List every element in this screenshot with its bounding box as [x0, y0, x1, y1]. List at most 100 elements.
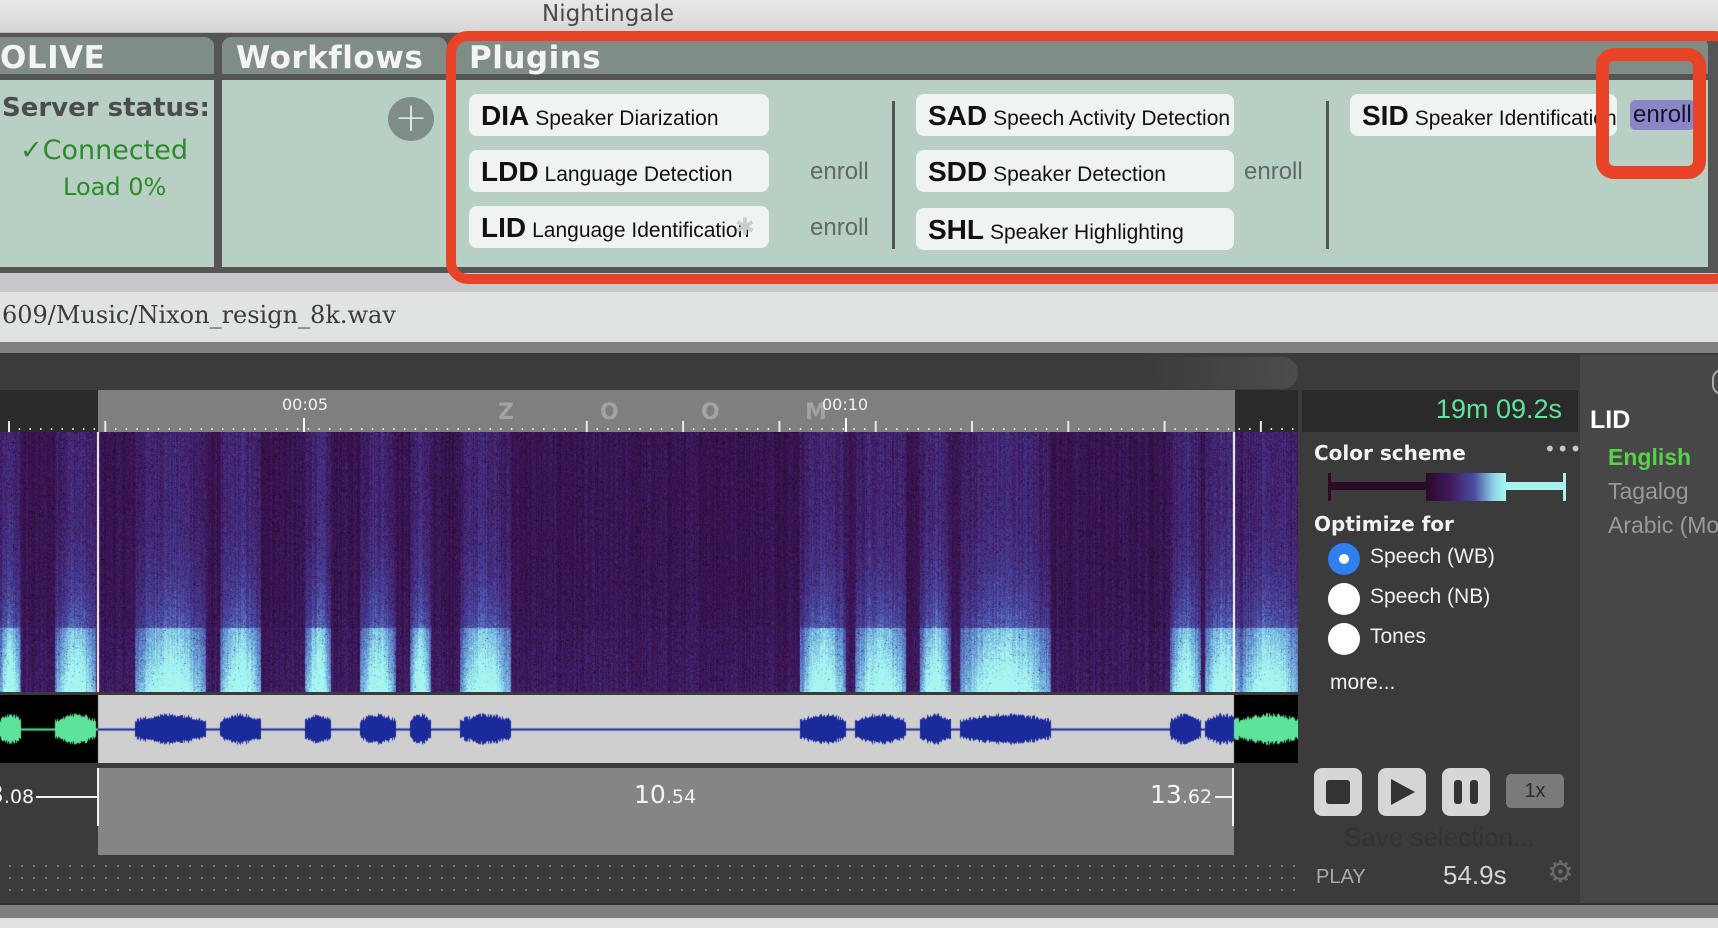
- plugin-name: Language Identification: [532, 219, 750, 242]
- plugin-abbr: SID: [1362, 100, 1409, 131]
- save-selection-button[interactable]: Save selection...: [1344, 822, 1535, 853]
- divider-strip: [0, 342, 1718, 355]
- plugin-dia-button[interactable]: DIA Speaker Diarization: [469, 94, 769, 136]
- ruler-tick: [735, 428, 738, 430]
- more-options-icon[interactable]: •••: [1544, 437, 1582, 461]
- plugin-sad-button[interactable]: SAD Speech Activity Detection: [916, 94, 1234, 136]
- selection-start-time: 3.08: [0, 780, 35, 809]
- ruler-tick: [1238, 428, 1240, 430]
- radio-unselected-icon[interactable]: [1328, 623, 1360, 655]
- window-title: Nightingale: [542, 1, 674, 27]
- ruler-tick: [650, 428, 652, 430]
- ruler-tick: [885, 428, 887, 430]
- ruler-tick: [938, 428, 941, 430]
- play-label: PLAY: [1316, 866, 1366, 888]
- zoom-letter[interactable]: O: [701, 400, 720, 425]
- ruler-tick: [585, 421, 588, 432]
- lid-result-item[interactable]: Tagalog: [1608, 478, 1689, 505]
- plugin-sid-button[interactable]: SID Speaker Identification: [1350, 94, 1617, 136]
- plugin-lid-button[interactable]: LID Language Identification ✱: [469, 206, 769, 248]
- plugin-abbr: SHL: [928, 214, 984, 245]
- lid-enroll-button[interactable]: enroll: [810, 214, 869, 242]
- optimize-for-label: Optimize for: [1314, 512, 1454, 536]
- plugin-ldd-button[interactable]: LDD Language Detection: [469, 150, 769, 192]
- color-slider-track-high: [1504, 482, 1564, 490]
- color-slider-max-handle[interactable]: [1563, 473, 1566, 501]
- more-options-link[interactable]: more...: [1330, 671, 1395, 695]
- waveform[interactable]: [0, 695, 1298, 763]
- ldd-enroll-button[interactable]: enroll: [810, 158, 869, 186]
- ruler-tick: [949, 428, 952, 430]
- stop-button[interactable]: [1314, 768, 1362, 816]
- ruler-tick: [446, 428, 449, 430]
- radio-selected-icon[interactable]: [1328, 543, 1360, 575]
- plugin-name: Speaker Identification: [1414, 107, 1617, 130]
- gear-icon[interactable]: ✱: [735, 206, 755, 248]
- audio-workspace: 00:05 Z O O M 00:10 3.08 10.54 13.62 19m…: [0, 355, 1718, 903]
- add-workflow-button[interactable]: +: [388, 97, 434, 141]
- ruler-tick: [1217, 428, 1219, 430]
- overview-track[interactable]: [0, 858, 1298, 900]
- radio-unselected-icon[interactable]: [1328, 583, 1360, 615]
- olive-panel: OLIVE Server status: ✓Connected Load 0%: [0, 37, 214, 267]
- ruler-tick: [971, 421, 973, 432]
- ruler-tick: [147, 428, 149, 430]
- plus-icon: +: [394, 95, 428, 141]
- ruler-tick: [125, 428, 128, 430]
- ruler-tick: [853, 428, 855, 430]
- ruler-tick: [1281, 428, 1283, 430]
- sid-enroll-button[interactable]: enroll: [1630, 100, 1695, 130]
- file-path: 609/Music/Nixon_resign_8k.wav: [2, 301, 396, 329]
- zoom-letter[interactable]: O: [600, 400, 619, 425]
- olive-panel-title: OLIVE: [0, 37, 214, 80]
- ruler-tick: [489, 428, 491, 430]
- zoom-letter[interactable]: Z: [498, 400, 514, 425]
- ruler-tick: [371, 428, 374, 430]
- play-button[interactable]: [1378, 768, 1426, 816]
- ruler-tick: [810, 428, 812, 430]
- ruler-tick: [329, 428, 331, 430]
- plugin-name: Language Detection: [544, 163, 733, 186]
- ruler-tick: [478, 428, 481, 430]
- color-scheme-slider[interactable]: [1328, 473, 1566, 501]
- ruler-tick: [553, 428, 556, 430]
- sdd-enroll-button[interactable]: enroll: [1244, 158, 1303, 186]
- plugin-shl-button[interactable]: SHL Speaker Highlighting: [916, 208, 1234, 250]
- ruler-tick: [286, 428, 288, 430]
- plugin-sdd-button[interactable]: SDD Speaker Detection: [916, 150, 1234, 192]
- color-slider-min-handle[interactable]: [1328, 473, 1331, 501]
- ruler-tick: [50, 428, 53, 430]
- color-slider-track-low: [1328, 482, 1428, 490]
- timeline-scrollbar-thumb[interactable]: [0, 357, 1298, 389]
- ruler-tick: [896, 428, 898, 430]
- ruler-tick: [928, 428, 930, 430]
- selection-mid-time: 10.54: [634, 780, 697, 809]
- ruler-tick: [157, 428, 160, 430]
- total-duration: 19m 09.2s: [1435, 394, 1562, 424]
- playback-speed-button[interactable]: 1x: [1506, 774, 1564, 808]
- ruler-tick: [617, 428, 620, 430]
- ruler-tick: [382, 428, 384, 430]
- ruler-tick: [671, 428, 673, 430]
- bottom-area: [0, 918, 1718, 928]
- ruler-tick: [842, 428, 845, 430]
- ruler-tick: [821, 428, 823, 430]
- plugin-abbr: LDD: [481, 156, 539, 187]
- ruler-tick: [906, 428, 909, 430]
- panel-edge-button[interactable]: [1712, 369, 1718, 395]
- time-ruler[interactable]: 00:05 Z O O M 00:10: [0, 390, 1298, 432]
- lid-result-item[interactable]: English: [1608, 444, 1691, 471]
- spectrogram[interactable]: [0, 432, 1298, 692]
- ruler-tick: [232, 428, 235, 430]
- ruler-tick: [532, 428, 534, 430]
- selection-range-bar[interactable]: 3.08 10.54 13.62: [0, 768, 1298, 855]
- settings-gear-icon[interactable]: ⚙: [1547, 855, 1574, 890]
- pause-button[interactable]: [1442, 768, 1490, 816]
- ruler-tick: [757, 428, 759, 430]
- ruler-tick: [1270, 428, 1273, 430]
- ruler-tick: [543, 428, 545, 430]
- lid-result-item[interactable]: Arabic (Mo: [1608, 512, 1718, 539]
- ruler-tick: [1067, 421, 1070, 432]
- color-gradient: [1426, 473, 1506, 501]
- ruler-tick: [1099, 428, 1101, 430]
